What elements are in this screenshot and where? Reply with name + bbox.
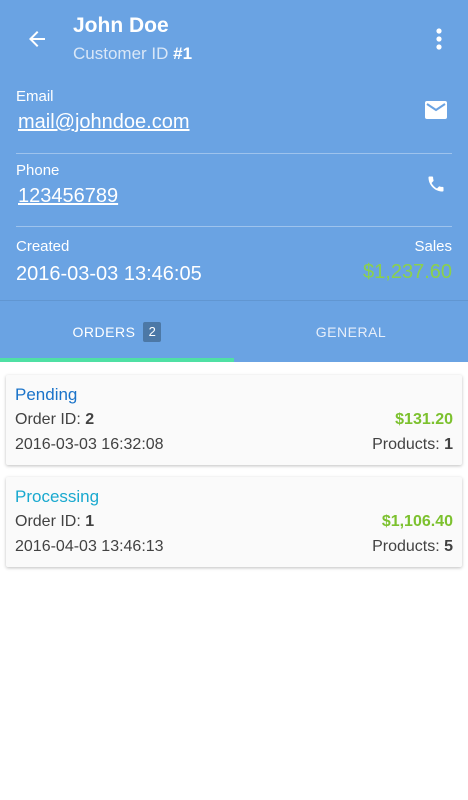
products-count: 5 [444, 538, 453, 555]
email-label: Email [16, 88, 54, 105]
phone-action-button[interactable] [424, 172, 448, 196]
phone-label: Phone [16, 162, 60, 179]
orders-count-badge: 2 [143, 321, 162, 342]
active-tab-indicator [0, 358, 234, 362]
more-vertical-icon [436, 28, 442, 50]
tab-orders[interactable]: ORDERS 2 [0, 301, 234, 362]
order-status: Pending [15, 385, 78, 404]
order-products: Products: 5 [372, 538, 453, 556]
customer-name: John Doe [73, 14, 169, 37]
divider [16, 153, 452, 154]
tab-general[interactable]: GENERAL [234, 301, 468, 362]
tab-general-label: GENERAL [315, 323, 387, 340]
order-id-value: 2 [85, 411, 95, 428]
customer-id: Customer ID #1 [73, 44, 192, 64]
tab-bar: ORDERS 2 GENERAL [0, 301, 468, 362]
products-label: Products: [372, 436, 445, 453]
order-amount: $1,106.40 [381, 513, 453, 530]
email-action-button[interactable] [424, 98, 448, 122]
sales-label: Sales [414, 238, 452, 255]
app-bar: John Doe Customer ID #1 [0, 0, 468, 78]
order-card[interactable]: Processing Order ID: 1 2016-04-03 13:46:… [6, 477, 462, 567]
arrow-left-icon [29, 31, 45, 47]
phone-icon [428, 176, 444, 192]
order-card[interactable]: Pending Order ID: 2 2016-03-03 16:32:08 … [6, 375, 462, 465]
tab-orders-label: ORDERS [72, 323, 136, 340]
customer-id-label: Customer ID [73, 44, 174, 63]
overflow-menu-button[interactable] [424, 22, 454, 56]
back-button[interactable] [20, 22, 54, 56]
sales-value: $1,237.60 [363, 261, 452, 283]
divider [16, 226, 452, 227]
created-label: Created [16, 238, 70, 255]
phone-field: Phone 123456789 [16, 162, 452, 220]
order-date: 2016-04-03 13:46:13 [15, 538, 164, 555]
customer-id-value: #1 [173, 44, 193, 63]
envelope-icon [425, 101, 447, 119]
email-field: Email mail@johndoe.com [16, 88, 452, 146]
order-status: Processing [15, 487, 100, 506]
order-id-value: 1 [85, 513, 95, 530]
created-value: 2016-03-03 13:46:05 [16, 263, 202, 285]
products-count: 1 [444, 436, 453, 453]
order-id: Order ID: 2 [15, 411, 94, 429]
order-date: 2016-03-03 16:32:08 [15, 436, 164, 453]
order-products: Products: 1 [372, 436, 453, 454]
order-amount: $131.20 [395, 411, 453, 428]
order-id-label: Order ID: [15, 513, 86, 530]
phone-link[interactable]: 123456789 [18, 185, 118, 208]
products-label: Products: [372, 538, 445, 555]
email-link[interactable]: mail@johndoe.com [18, 111, 190, 134]
order-id: Order ID: 1 [15, 513, 94, 531]
order-id-label: Order ID: [15, 411, 86, 428]
summary-row: Created 2016-03-03 13:46:05 Sales $1,237… [16, 238, 452, 292]
customer-header: John Doe Customer ID #1 Email mail@johnd… [0, 0, 468, 362]
